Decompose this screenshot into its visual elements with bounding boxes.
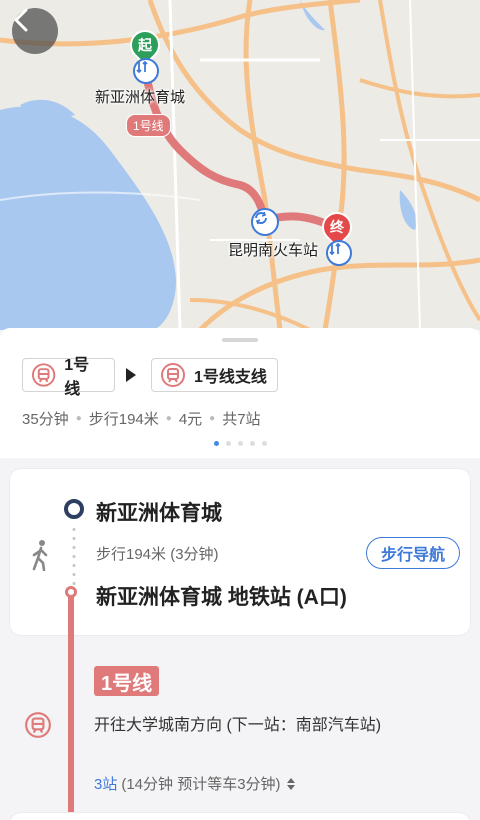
separator: ● bbox=[209, 413, 216, 424]
route-summary-sheet[interactable]: 1号线 1号线支线 35分钟 ● 步行194米 ● 4元 ● 共7站 bbox=[0, 328, 480, 458]
walk-navigation-button[interactable]: 步行导航 bbox=[366, 537, 460, 569]
walk-distance: 步行194米 bbox=[88, 411, 159, 428]
line-direction: 开往大学城南方向 (下一站：南部汽车站) bbox=[94, 717, 382, 734]
stops-expand-toggle[interactable]: 3站 (14分钟 预计等车3分钟) bbox=[94, 773, 295, 794]
segment-chip-label: 1号线 bbox=[64, 357, 90, 398]
page-dot bbox=[262, 441, 267, 446]
separator: ● bbox=[75, 413, 82, 424]
start-pin-label: 起 bbox=[138, 37, 152, 53]
stop-detail: (14分钟 预计等车3分钟) bbox=[121, 776, 281, 793]
end-station-label: 昆明南火车站 bbox=[228, 242, 319, 259]
metro-icon bbox=[25, 712, 51, 738]
walk-destination-name: 新亚洲体育城 地铁站 (A口) bbox=[96, 586, 347, 609]
next-step-card-edge bbox=[9, 812, 471, 820]
route-map[interactable]: 起 新亚洲体育城 1号线 昆明南火车站 终 bbox=[0, 0, 480, 330]
walk-step-card: 新亚洲体育城 步行194米 (3分钟) 步行导航 新亚洲体育城 地铁站 (A口) bbox=[9, 468, 471, 636]
stop-count: 3站 bbox=[94, 776, 118, 793]
page-dot bbox=[238, 441, 243, 446]
walk-start-name: 新亚洲体育城 bbox=[96, 502, 222, 525]
route-stats: 35分钟 ● 步行194米 ● 4元 ● 共7站 bbox=[22, 408, 261, 429]
stop-total: 共7站 bbox=[222, 411, 261, 428]
segment-arrow-icon bbox=[126, 368, 136, 382]
board-node bbox=[65, 586, 77, 598]
segment-chip-line1-branch[interactable]: 1号线支线 bbox=[151, 358, 278, 392]
back-button[interactable] bbox=[12, 8, 58, 54]
page-dot bbox=[250, 441, 255, 446]
expand-toggle-icon bbox=[286, 777, 295, 790]
walk-path-dots bbox=[72, 525, 76, 589]
page-dot bbox=[226, 441, 231, 446]
line-badge: 1号线 bbox=[94, 666, 160, 696]
fare: 4元 bbox=[178, 411, 203, 428]
drag-handle[interactable] bbox=[222, 338, 258, 342]
start-station-label: 新亚洲体育城 bbox=[95, 89, 186, 106]
walking-person-icon bbox=[32, 540, 48, 571]
back-arrow-icon bbox=[14, 8, 28, 32]
page-dot bbox=[214, 441, 219, 446]
walk-info: 步行194米 (3分钟) bbox=[96, 546, 219, 563]
metro-transfer-icon bbox=[326, 240, 352, 266]
segment-chip-line1[interactable]: 1号线 bbox=[22, 357, 115, 398]
separator: ● bbox=[165, 413, 172, 424]
start-node bbox=[64, 499, 84, 519]
map-canvas bbox=[0, 0, 480, 330]
duration: 35分钟 bbox=[22, 411, 69, 428]
interchange-icon bbox=[251, 208, 279, 236]
end-pin-label: 终 bbox=[330, 219, 344, 235]
route-line-tag: 1号线 bbox=[126, 114, 171, 137]
metro-icon bbox=[161, 363, 185, 387]
metro-icon bbox=[31, 363, 56, 387]
page-indicator bbox=[214, 441, 267, 446]
metro-line-track bbox=[68, 592, 74, 820]
metro-transfer-icon bbox=[133, 58, 159, 84]
segment-chip-label: 1号线支线 bbox=[194, 369, 267, 386]
